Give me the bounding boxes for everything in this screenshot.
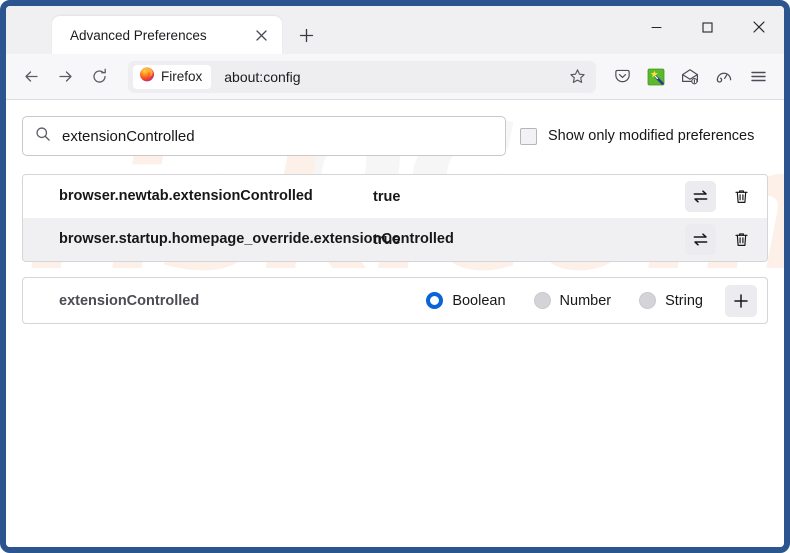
navigation-toolbar: Firefox about:config xyxy=(6,54,784,100)
show-modified-checkbox[interactable] xyxy=(520,127,537,145)
page-content: pc risk.com extensionControlled Show o xyxy=(6,100,784,547)
identity-chip-label: Firefox xyxy=(161,69,203,84)
toggle-icon[interactable] xyxy=(685,224,716,255)
close-window-button[interactable] xyxy=(733,6,784,48)
reload-icon[interactable] xyxy=(82,60,116,94)
new-pref-name: extensionControlled xyxy=(59,292,200,309)
radio-option-boolean[interactable]: Boolean xyxy=(426,292,506,309)
tab-strip: Advanced Preferences xyxy=(6,6,784,54)
preferences-list: browser.newtab.extensionControlled true xyxy=(22,174,768,262)
search-icon xyxy=(35,126,51,147)
close-icon[interactable] xyxy=(250,24,272,46)
pref-name: browser.startup.homepage_override.extens… xyxy=(59,231,454,248)
browser-tab[interactable]: Advanced Preferences xyxy=(52,16,282,54)
mail-icon[interactable] xyxy=(674,61,706,93)
extension-icon[interactable] xyxy=(640,61,672,93)
search-input-value: extensionControlled xyxy=(62,127,195,145)
new-tab-button[interactable] xyxy=(290,19,322,51)
pref-actions xyxy=(685,224,757,255)
pref-name: browser.newtab.extensionControlled xyxy=(59,188,313,205)
table-row[interactable]: browser.startup.homepage_override.extens… xyxy=(23,218,767,261)
radio-number[interactable] xyxy=(533,292,551,309)
trash-icon[interactable] xyxy=(726,181,757,212)
tab-list: Advanced Preferences xyxy=(6,6,322,54)
pref-value: true xyxy=(373,188,401,205)
pocket-icon[interactable] xyxy=(606,61,638,93)
radio-option-number[interactable]: Number xyxy=(533,292,612,309)
minimize-button[interactable] xyxy=(631,6,682,48)
pref-value: true xyxy=(373,231,401,248)
url-text: about:config xyxy=(224,68,301,85)
url-bar[interactable]: Firefox about:config xyxy=(128,60,596,93)
pref-type-radio-group: Boolean Number String xyxy=(426,292,703,309)
radio-string[interactable] xyxy=(639,292,657,309)
search-row: extensionControlled Show only modified p… xyxy=(22,116,768,156)
table-row[interactable]: browser.newtab.extensionControlled true xyxy=(23,175,767,218)
radio-option-string[interactable]: String xyxy=(639,292,703,309)
toggle-icon[interactable] xyxy=(685,181,716,212)
radio-label-string: String xyxy=(665,292,703,309)
about-config-area: extensionControlled Show only modified p… xyxy=(6,100,784,324)
add-preference-row: extensionControlled Boolean Number Strin… xyxy=(22,277,768,324)
search-input[interactable]: extensionControlled xyxy=(22,116,506,156)
show-modified-label: Show only modified preferences xyxy=(548,128,755,144)
window-controls xyxy=(631,6,784,48)
radio-label-number: Number xyxy=(559,292,612,309)
arrow-right-icon[interactable] xyxy=(48,60,82,94)
maximize-button[interactable] xyxy=(682,6,733,48)
browser-window: Advanced Preferences Firefox about:confi… xyxy=(0,0,790,553)
hamburger-menu-icon[interactable] xyxy=(742,61,774,93)
trash-icon[interactable] xyxy=(726,224,757,255)
plus-icon[interactable] xyxy=(725,284,757,317)
tab-title: Advanced Preferences xyxy=(70,27,207,43)
show-modified-toggle[interactable]: Show only modified preferences xyxy=(520,127,755,145)
radio-label-boolean: Boolean xyxy=(452,292,506,309)
star-icon[interactable] xyxy=(564,64,590,90)
account-sync-icon[interactable] xyxy=(708,61,740,93)
pref-actions xyxy=(685,181,757,212)
identity-chip[interactable]: Firefox xyxy=(133,64,212,89)
firefox-logo-icon xyxy=(139,66,155,87)
radio-boolean[interactable] xyxy=(426,292,444,309)
arrow-left-icon[interactable] xyxy=(14,60,48,94)
